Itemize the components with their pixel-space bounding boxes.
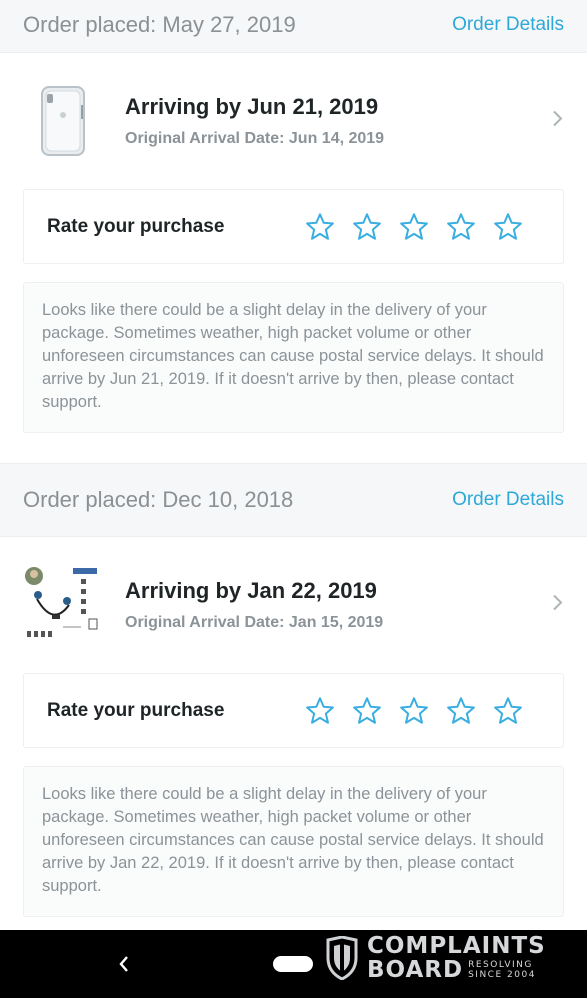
- rate-label: Rate your purchase: [47, 699, 225, 721]
- star-icon[interactable]: [399, 212, 429, 242]
- chevron-right-icon[interactable]: [552, 594, 564, 617]
- order-body: Arriving by Jun 21, 2019 Original Arriva…: [0, 53, 587, 463]
- watermark-tag-1: RESOLVING: [468, 960, 533, 970]
- delay-notice: Looks like there could be a slight delay…: [23, 766, 564, 917]
- watermark-text: COMPLAINTS BOARD RESOLVING SINCE 2004: [367, 934, 546, 982]
- star-icon[interactable]: [493, 212, 523, 242]
- back-arrow-icon[interactable]: [116, 952, 132, 981]
- rate-purchase-box: Rate your purchase: [23, 189, 564, 264]
- watermark-line-1: COMPLAINTS: [367, 933, 546, 959]
- watermark-tag-2: SINCE 2004: [468, 970, 536, 980]
- rate-label: Rate your purchase: [47, 215, 225, 237]
- star-rating: [305, 696, 523, 726]
- order-header: Order placed: May 27, 2019 Order Details: [0, 0, 587, 53]
- watermark-tagline: RESOLVING SINCE 2004: [468, 960, 536, 980]
- star-icon[interactable]: [305, 212, 335, 242]
- arriving-date: Arriving by Jun 21, 2019: [125, 94, 379, 119]
- delay-notice: Looks like there could be a slight delay…: [23, 282, 564, 433]
- star-icon[interactable]: [446, 696, 476, 726]
- star-icon[interactable]: [352, 212, 382, 242]
- star-icon[interactable]: [305, 696, 335, 726]
- original-arrival-date: Original Arrival Date: Jun 14, 2019: [125, 130, 385, 147]
- order-placed-date: Order placed: May 27, 2019: [23, 12, 296, 37]
- home-button[interactable]: [273, 956, 313, 972]
- item-row[interactable]: Arriving by Jan 22, 2019 Original Arriva…: [23, 537, 564, 673]
- star-icon[interactable]: [399, 696, 429, 726]
- rate-purchase-box: Rate your purchase: [23, 673, 564, 748]
- original-arrival-date: Original Arrival Date: Jan 15, 2019: [125, 614, 384, 631]
- arriving-date: Arriving by Jan 22, 2019: [125, 578, 377, 603]
- item-info: Arriving by Jun 21, 2019 Original Arriva…: [125, 94, 384, 148]
- order-details-link[interactable]: Order Details: [452, 14, 564, 36]
- watermark-line-2: BOARD: [367, 957, 464, 983]
- order-header: Order placed: Dec 10, 2018 Order Details: [0, 463, 587, 537]
- chevron-right-icon[interactable]: [552, 110, 564, 133]
- product-thumbnail-bluetooth-earphones: [23, 565, 103, 645]
- order-details-link[interactable]: Order Details: [452, 489, 564, 511]
- order-card-2: Order placed: Dec 10, 2018 Order Details: [0, 463, 587, 947]
- star-icon[interactable]: [352, 696, 382, 726]
- star-rating: [305, 212, 523, 242]
- star-icon[interactable]: [446, 212, 476, 242]
- item-row[interactable]: Arriving by Jun 21, 2019 Original Arriva…: [23, 53, 564, 189]
- item-info: Arriving by Jan 22, 2019 Original Arriva…: [125, 578, 383, 632]
- order-body: Arriving by Jan 22, 2019 Original Arriva…: [0, 537, 587, 947]
- system-nav-bar: COMPLAINTS BOARD RESOLVING SINCE 2004: [0, 930, 587, 998]
- order-placed-date: Order placed: Dec 10, 2018: [23, 487, 294, 512]
- shield-logo-icon: [326, 936, 358, 980]
- order-card-1: Order placed: May 27, 2019 Order Details…: [0, 0, 587, 463]
- product-thumbnail-phone-case: [23, 81, 103, 161]
- watermark: COMPLAINTS BOARD RESOLVING SINCE 2004: [325, 934, 546, 982]
- star-icon[interactable]: [493, 696, 523, 726]
